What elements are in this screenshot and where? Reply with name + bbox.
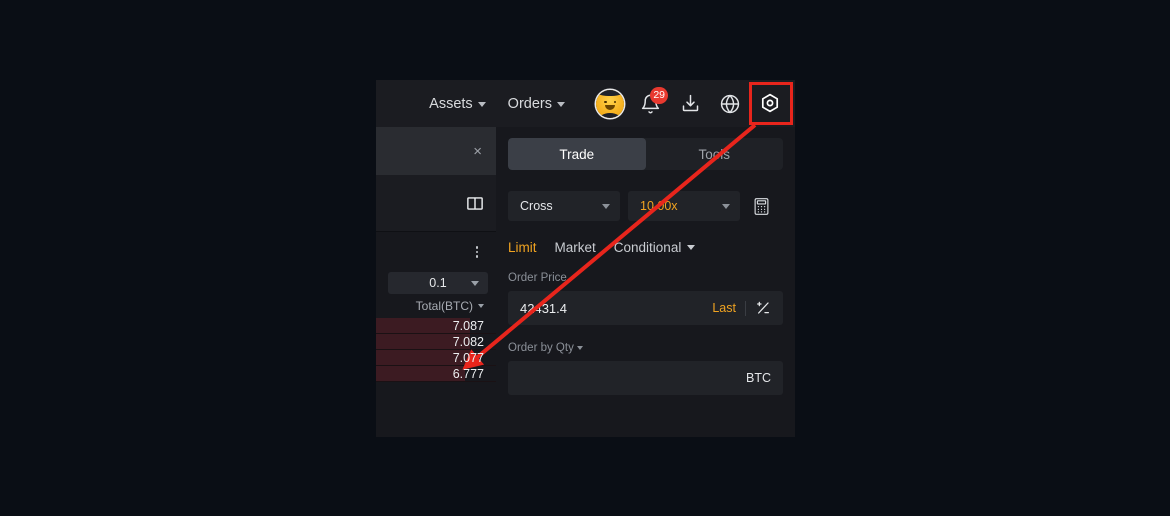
kebab-dot <box>475 255 478 258</box>
tick-size-value: 0.1 <box>429 276 447 290</box>
price-toggle-button[interactable] <box>755 300 771 316</box>
input-divider <box>745 300 746 316</box>
order-price-label: Order Price <box>508 272 567 284</box>
chevron-down-icon <box>687 245 696 250</box>
tab-trade[interactable]: Trade <box>508 138 646 170</box>
nav-menu-orders-label: Orders <box>507 95 552 112</box>
tick-size-select[interactable]: 0.1 <box>388 272 488 294</box>
notification-badge: 29 <box>650 86 668 104</box>
orderbook-tools-row <box>376 232 496 272</box>
annotation-highlight-box <box>749 82 793 125</box>
order-type-conditional[interactable]: Conditional <box>614 240 696 255</box>
globe-icon <box>720 94 740 113</box>
download-icon <box>682 94 698 112</box>
trade-tools-tabs: Trade Tools <box>508 138 783 170</box>
language-button[interactable] <box>713 87 747 121</box>
download-button[interactable] <box>673 87 707 121</box>
kebab-dot <box>475 250 478 254</box>
trading-app-panel: Assets Orders 29 × 0.1 Total(BTC) 7.087 … <box>376 80 795 437</box>
top-navbar: Assets Orders 29 <box>376 80 795 127</box>
trade-form-column: Trade Tools Cross 10.00x Limit Market Co… <box>496 127 795 437</box>
margin-mode-value: Cross <box>520 199 553 213</box>
order-type-tabs: Limit Market Conditional <box>508 240 783 255</box>
orderbook-depth-bar <box>376 366 465 381</box>
calculator-button[interactable] <box>748 192 774 220</box>
order-price-value: 42431.4 <box>520 300 567 316</box>
order-price-last-button[interactable]: Last <box>712 301 736 315</box>
chevron-down-icon <box>557 102 565 107</box>
orderbook-icon[interactable] <box>465 194 485 213</box>
avatar-button[interactable] <box>593 87 627 121</box>
order-type-market[interactable]: Market <box>555 240 596 255</box>
chevron-down-icon <box>722 203 730 209</box>
chevron-down-icon <box>576 346 583 350</box>
orderbook-column-header[interactable]: Total(BTC) <box>376 294 496 318</box>
screenshot-root: Assets Orders 29 × 0.1 Total(BTC) 7.087 … <box>0 0 1170 516</box>
orderbook-header: × <box>376 127 496 175</box>
orderbook-total-value: 7.077 <box>452 350 484 365</box>
orderbook-column-header-label: Total(BTC) <box>415 299 473 313</box>
kebab-dot <box>475 246 478 249</box>
orderbook-view-toggle-row <box>376 175 496 232</box>
tab-tools[interactable]: Tools <box>646 138 784 170</box>
orderbook-total-value: 7.087 <box>452 318 484 333</box>
orderbook-row[interactable]: 7.077 <box>376 350 496 366</box>
order-type-limit[interactable]: Limit <box>508 240 537 255</box>
close-icon[interactable]: × <box>473 144 482 159</box>
margin-leverage-row: Cross 10.00x <box>508 191 783 221</box>
avatar-mouth <box>605 105 615 110</box>
chevron-down-icon <box>477 102 486 107</box>
chevron-down-icon <box>478 304 484 308</box>
avatar <box>596 89 624 118</box>
order-type-conditional-label: Conditional <box>613 240 682 255</box>
avatar-eye-left <box>604 100 607 103</box>
nav-menu-orders[interactable]: Orders <box>508 96 565 112</box>
calculator-icon <box>754 197 768 215</box>
notifications-button[interactable]: 29 <box>633 86 668 121</box>
orderbook-rows: 7.087 7.082 7.077 6.777 <box>376 318 496 382</box>
order-qty-label-text: Order by Qty <box>508 342 574 354</box>
margin-mode-select[interactable]: Cross <box>508 191 620 221</box>
orderbook-row[interactable]: 7.082 <box>376 334 496 350</box>
kebab-menu-icon[interactable] <box>474 244 481 260</box>
order-qty-label[interactable]: Order by Qty <box>508 342 783 354</box>
order-price-input[interactable]: 42431.4 Last <box>508 291 783 325</box>
orderbook-column: × 0.1 Total(BTC) 7.087 7.082 7.077 6.777 <box>376 127 496 437</box>
leverage-value: 10.00x <box>640 199 678 213</box>
orderbook-total-value: 7.082 <box>452 334 484 349</box>
chevron-down-icon <box>471 280 479 286</box>
nav-menu-assets-label: Assets <box>429 95 473 112</box>
nav-menu-assets[interactable]: Assets <box>429 96 486 112</box>
avatar-eye-right <box>613 100 616 103</box>
chevron-down-icon <box>602 203 610 209</box>
orderbook-row[interactable]: 6.777 <box>376 366 496 382</box>
order-qty-input[interactable]: BTC <box>508 361 783 395</box>
leverage-select[interactable]: 10.00x <box>628 191 740 221</box>
orderbook-row[interactable]: 7.087 <box>376 318 496 334</box>
orderbook-total-value: 6.777 <box>452 366 484 381</box>
order-qty-unit: BTC <box>746 371 771 385</box>
price-toggle-icon <box>757 301 769 314</box>
